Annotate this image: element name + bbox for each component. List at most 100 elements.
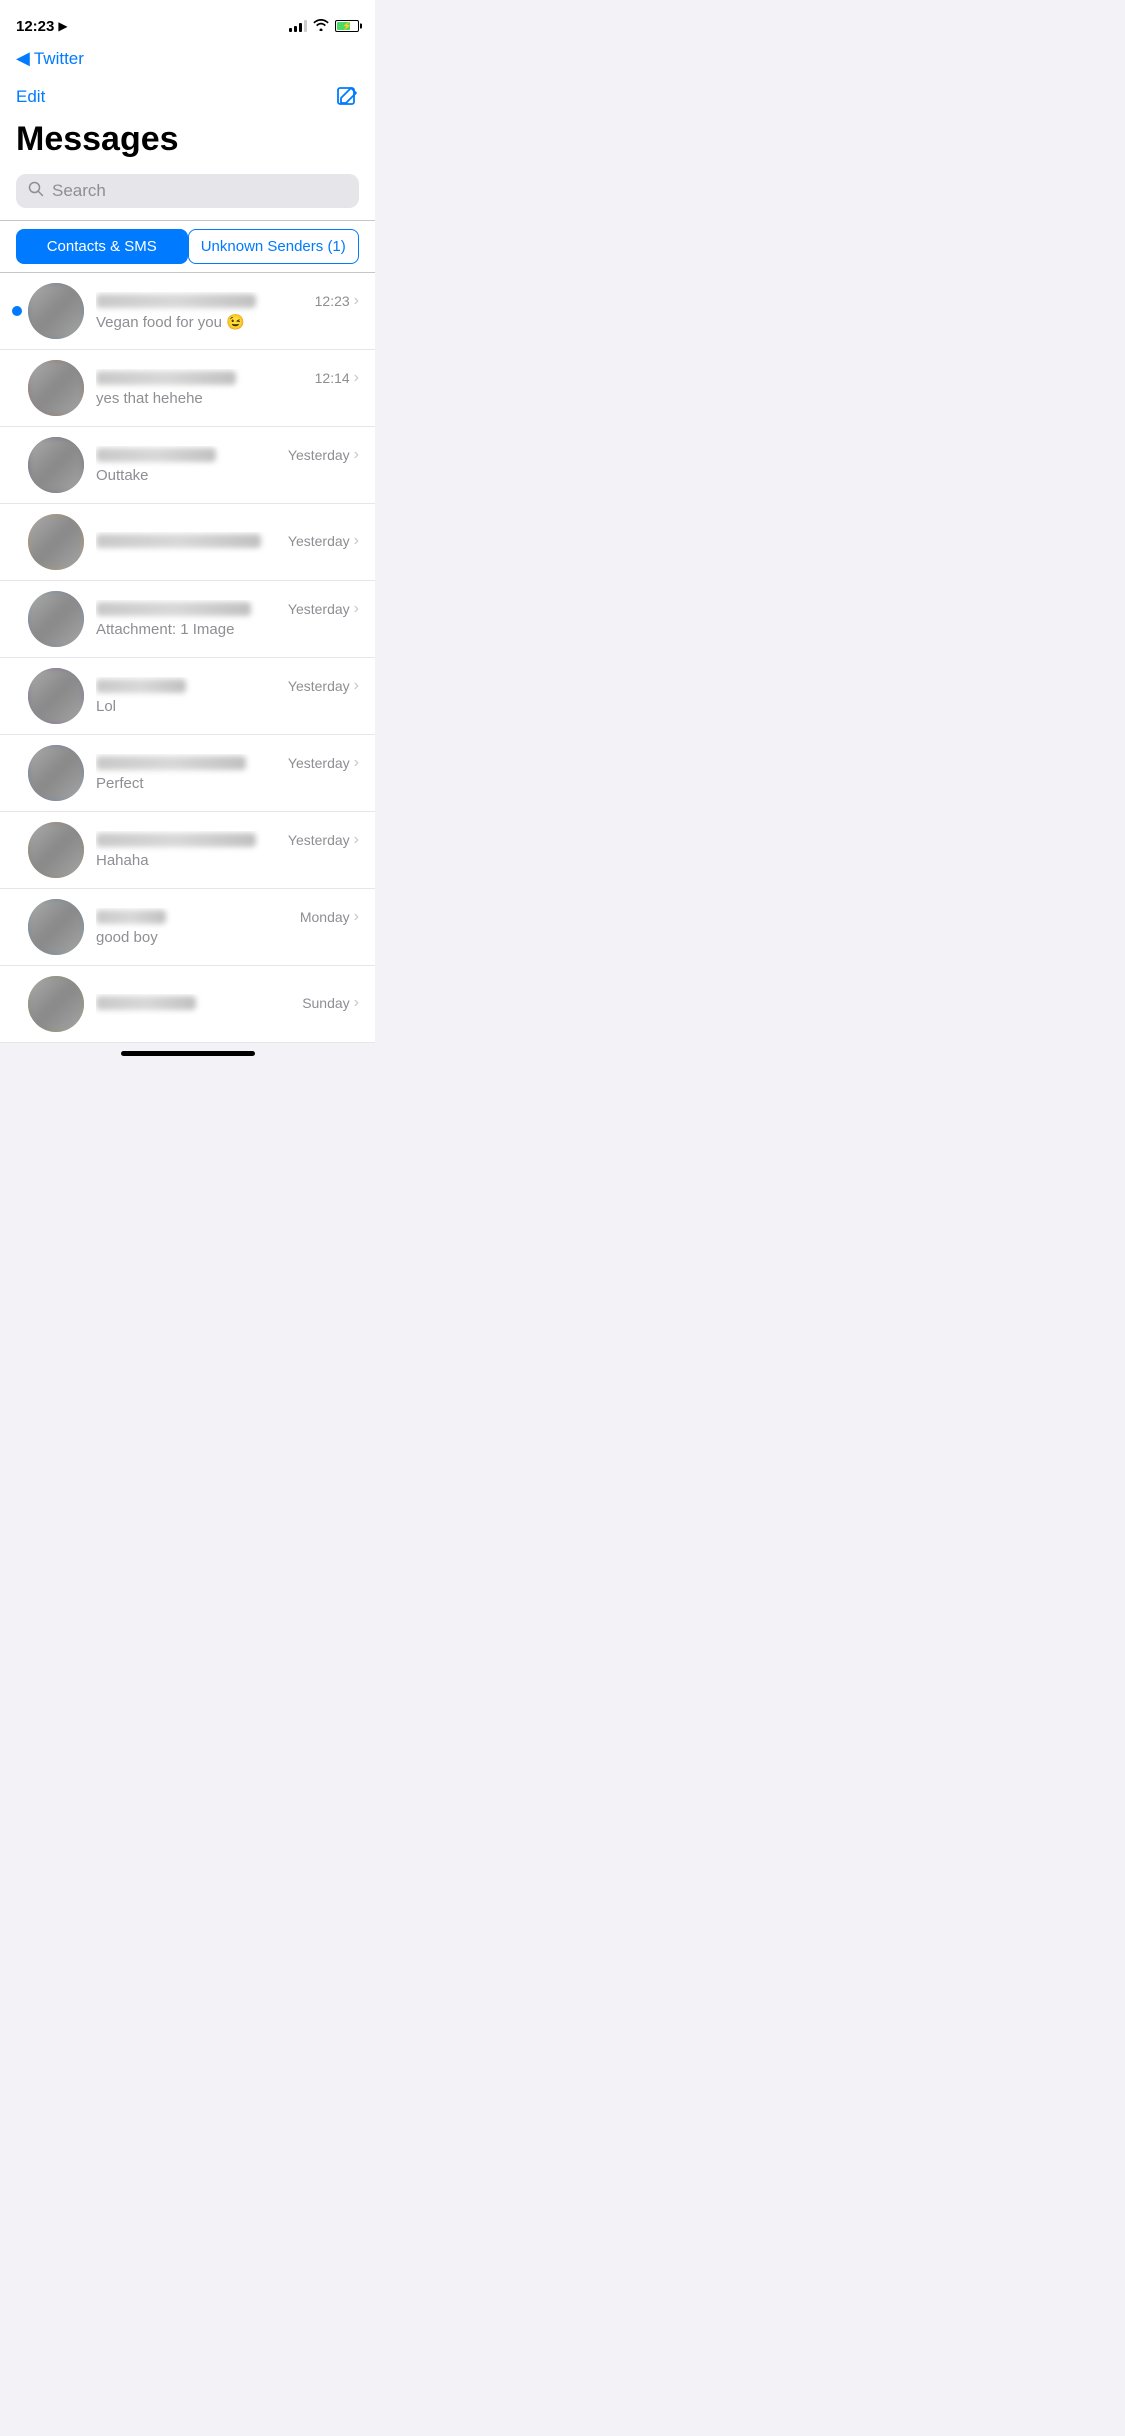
message-time: 12:14 › <box>315 369 359 387</box>
list-item[interactable]: Yesterday › Lol <box>0 658 375 735</box>
sender-name <box>96 910 166 924</box>
chevron-icon: › <box>354 908 359 926</box>
message-preview: Vegan food for you 😉 <box>96 313 359 331</box>
list-item[interactable]: Yesterday › Hahaha <box>0 812 375 889</box>
message-time: Yesterday › <box>288 754 359 772</box>
chevron-icon: › <box>354 532 359 550</box>
message-time: Yesterday › <box>288 446 359 464</box>
sender-name <box>96 294 256 308</box>
message-time: Yesterday › <box>288 532 359 550</box>
message-header: 12:14 › <box>96 369 359 387</box>
list-item[interactable]: Yesterday › Attachment: 1 Image <box>0 581 375 658</box>
list-item[interactable]: Yesterday › Outtake <box>0 427 375 504</box>
tab-unknown-senders[interactable]: Unknown Senders (1) <box>188 229 360 264</box>
message-preview: good boy <box>96 929 359 946</box>
list-item[interactable]: Monday › good boy <box>0 889 375 966</box>
list-item[interactable]: 12:23 › Vegan food for you 😉 <box>0 273 375 350</box>
message-header: Yesterday › <box>96 677 359 695</box>
unread-dot <box>12 306 22 316</box>
list-item[interactable]: 12:14 › yes that hehehe <box>0 350 375 427</box>
filter-tabs: Contacts & SMS Unknown Senders (1) <box>0 221 375 273</box>
message-header: Sunday › <box>96 994 359 1012</box>
home-bar <box>121 1051 255 1056</box>
sender-name <box>96 534 261 548</box>
back-arrow-icon: ◀ <box>16 48 30 69</box>
message-preview: yes that hehehe <box>96 390 359 407</box>
chevron-icon: › <box>354 446 359 464</box>
edit-button[interactable]: Edit <box>16 87 45 107</box>
avatar <box>28 360 84 416</box>
list-item[interactable]: Sunday › <box>0 966 375 1043</box>
message-header: Monday › <box>96 908 359 926</box>
message-content: Yesterday › Perfect <box>96 754 359 792</box>
message-time: Yesterday › <box>288 600 359 618</box>
message-content: Yesterday › Hahaha <box>96 831 359 869</box>
message-content: Sunday › <box>96 994 359 1015</box>
battery-icon: ⚡ <box>335 20 359 32</box>
sender-name <box>96 756 246 770</box>
search-icon <box>28 181 44 201</box>
avatar <box>28 514 84 570</box>
status-icons: ⚡ <box>289 19 359 34</box>
wifi-icon <box>313 19 329 34</box>
list-item[interactable]: Yesterday › Perfect <box>0 735 375 812</box>
message-header: 12:23 › <box>96 292 359 310</box>
chevron-icon: › <box>354 831 359 849</box>
message-content: Monday › good boy <box>96 908 359 946</box>
message-preview: Hahaha <box>96 852 359 869</box>
message-content: Yesterday › Lol <box>96 677 359 715</box>
chevron-icon: › <box>354 292 359 310</box>
large-title-section: Messages <box>0 121 375 166</box>
twitter-back-label: Twitter <box>34 49 84 69</box>
nav-bar: Edit <box>0 77 375 121</box>
signal-bars <box>289 20 307 32</box>
list-item[interactable]: Yesterday › <box>0 504 375 581</box>
message-header: Yesterday › <box>96 754 359 772</box>
avatar <box>28 668 84 724</box>
signal-bar-1 <box>289 28 292 32</box>
search-placeholder: Search <box>52 181 106 201</box>
sender-name <box>96 679 186 693</box>
avatar <box>28 899 84 955</box>
message-content: Yesterday › Attachment: 1 Image <box>96 600 359 638</box>
message-time: Sunday › <box>302 994 359 1012</box>
chevron-icon: › <box>354 994 359 1012</box>
chevron-icon: › <box>354 677 359 695</box>
message-header: Yesterday › <box>96 446 359 464</box>
message-time: 12:23 › <box>315 292 359 310</box>
sender-name <box>96 996 196 1010</box>
search-bar[interactable]: Search <box>16 174 359 208</box>
message-header: Yesterday › <box>96 831 359 849</box>
message-header: Yesterday › <box>96 600 359 618</box>
status-time: 12:23 <box>16 18 54 35</box>
compose-icon <box>335 85 359 109</box>
chevron-icon: › <box>354 754 359 772</box>
sender-name <box>96 602 251 616</box>
signal-bar-2 <box>294 26 297 32</box>
avatar <box>28 976 84 1032</box>
message-list: 12:23 › Vegan food for you 😉 12:14 › yes… <box>0 273 375 1043</box>
message-preview: Attachment: 1 Image <box>96 621 359 638</box>
compose-button[interactable] <box>335 85 359 109</box>
status-bar: 12:23 ▶ ⚡ <box>0 0 375 44</box>
message-preview: Perfect <box>96 775 359 792</box>
home-indicator <box>0 1043 375 1062</box>
avatar <box>28 745 84 801</box>
message-time: Yesterday › <box>288 831 359 849</box>
avatar <box>28 591 84 647</box>
twitter-back-bar[interactable]: ◀ Twitter <box>0 44 375 77</box>
message-preview: Lol <box>96 698 359 715</box>
signal-bar-4 <box>304 20 307 32</box>
page-title: Messages <box>16 121 359 158</box>
location-icon: ▶ <box>58 19 67 33</box>
tab-contacts-sms[interactable]: Contacts & SMS <box>16 229 188 264</box>
chevron-icon: › <box>354 600 359 618</box>
message-content: Yesterday › <box>96 532 359 553</box>
avatar <box>28 283 84 339</box>
message-content: 12:14 › yes that hehehe <box>96 369 359 407</box>
message-header: Yesterday › <box>96 532 359 550</box>
sender-name <box>96 371 236 385</box>
message-preview: Outtake <box>96 467 359 484</box>
charging-icon: ⚡ <box>342 22 352 31</box>
message-time: Monday › <box>300 908 359 926</box>
